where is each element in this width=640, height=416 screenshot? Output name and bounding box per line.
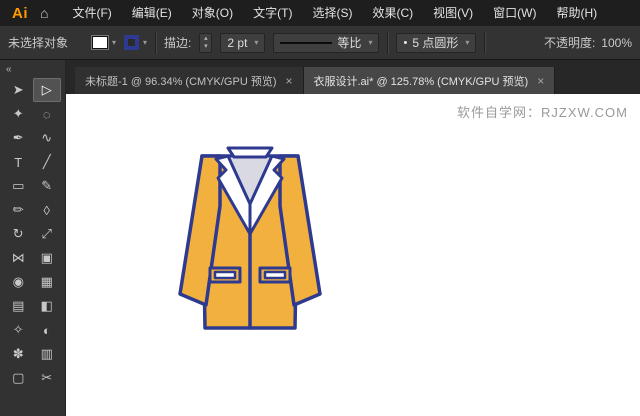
menu-item[interactable]: 文字(T) xyxy=(243,0,302,26)
pencil-tool[interactable]: ✏ xyxy=(4,198,33,222)
jacket-artwork[interactable] xyxy=(170,144,330,336)
stroke-weight-label: 描边: xyxy=(164,34,191,51)
magic-wand-tool[interactable]: ✦ xyxy=(4,102,33,126)
stroke-color-control[interactable]: ▾ xyxy=(124,35,147,50)
menu-item[interactable]: 视图(V) xyxy=(423,0,483,26)
shape-builder-tool[interactable]: ◉ xyxy=(4,270,33,294)
type-tool[interactable]: T xyxy=(4,150,33,174)
jacket-left-pocket-slit xyxy=(215,272,235,278)
symbol-sprayer-tool[interactable]: ✽ xyxy=(4,342,33,366)
width-profile-dropdown[interactable]: 等比 ▾ xyxy=(273,33,379,53)
fill-color-control[interactable]: ▾ xyxy=(92,36,116,49)
watermark-text: 软件自学网：RJZXW.COM xyxy=(457,102,628,121)
chevron-down-icon[interactable]: ▾ xyxy=(465,38,469,47)
graph-tool[interactable]: ▥ xyxy=(33,342,62,366)
opacity-value: 100% xyxy=(601,36,632,50)
separator xyxy=(484,32,485,54)
width-profile-value: 等比 xyxy=(337,34,361,51)
chevron-down-icon[interactable]: ▾ xyxy=(368,38,372,47)
brush-dot-icon: • xyxy=(403,37,407,49)
menu-item[interactable]: 选择(S) xyxy=(302,0,362,26)
stepper-up-icon[interactable]: ▴ xyxy=(204,35,208,43)
separator xyxy=(155,32,156,54)
tab-untitled-1[interactable]: 未标题-1 @ 96.34% (CMYK/GPU 预览) × xyxy=(75,67,304,94)
chevron-down-icon[interactable]: ▾ xyxy=(143,38,147,47)
illustrator-logo: Ai xyxy=(12,5,28,22)
stroke-weight-value: 2 pt xyxy=(227,36,247,50)
tab-title: 未标题-1 @ 96.34% (CMYK/GPU 预览) xyxy=(85,73,276,89)
chevron-down-icon[interactable]: ▾ xyxy=(112,38,116,47)
opacity-label: 不透明度: xyxy=(544,34,595,51)
pen-tool[interactable]: ✒ xyxy=(4,126,33,150)
tools-panel: « ➤▷✦◌✒∿T╱▭✎✏◊↻⤢⋈▣◉▦▤◧✧◐✽▥▢✂ xyxy=(0,60,66,416)
perspective-grid-tool[interactable]: ▦ xyxy=(33,270,62,294)
collapse-panel-icon[interactable]: « xyxy=(6,64,12,75)
eyedropper-tool[interactable]: ✧ xyxy=(4,318,33,342)
stroke-style-preview xyxy=(280,42,332,44)
artboard-canvas[interactable]: 软件自学网：RJZXW.COM xyxy=(66,94,640,416)
stroke-weight-dropdown[interactable]: 2 pt ▾ xyxy=(220,33,265,53)
menu-item[interactable]: 对象(O) xyxy=(182,0,243,26)
stroke-swatch[interactable] xyxy=(124,35,139,50)
rectangle-tool[interactable]: ▭ xyxy=(4,174,33,198)
selection-status: 未选择对象 xyxy=(8,34,68,51)
direct-selection-tool[interactable]: ▷ xyxy=(33,78,62,102)
lasso-tool[interactable]: ◌ xyxy=(33,102,62,126)
artboard-tool[interactable]: ▢ xyxy=(4,366,33,390)
document-tab-bar: 未标题-1 @ 96.34% (CMYK/GPU 预览) × 衣服设计.ai* … xyxy=(66,60,640,94)
selection-tool[interactable]: ➤ xyxy=(4,78,33,102)
tab-close-icon[interactable]: × xyxy=(537,74,544,88)
opacity-control[interactable]: 不透明度: 100% xyxy=(544,34,632,51)
blend-tool[interactable]: ◐ xyxy=(33,318,62,342)
menu-item[interactable]: 编辑(E) xyxy=(122,0,182,26)
menu-bar: Ai ⌂ 文件(F)编辑(E)对象(O)文字(T)选择(S)效果(C)视图(V)… xyxy=(0,0,640,26)
tab-close-icon[interactable]: × xyxy=(285,74,292,88)
fill-swatch[interactable] xyxy=(92,36,108,49)
slice-tool[interactable]: ✂ xyxy=(33,366,62,390)
stepper-down-icon[interactable]: ▾ xyxy=(204,43,208,51)
menu-item[interactable]: 帮助(H) xyxy=(546,0,607,26)
brush-dropdown[interactable]: • 5 点圆形 ▾ xyxy=(396,33,476,53)
menu-list: 文件(F)编辑(E)对象(O)文字(T)选择(S)效果(C)视图(V)窗口(W)… xyxy=(62,0,607,26)
gradient-tool[interactable]: ◧ xyxy=(33,294,62,318)
rotate-tool[interactable]: ↻ xyxy=(4,222,33,246)
stroke-weight-stepper[interactable]: ▴ ▾ xyxy=(199,33,212,53)
document-area: 未标题-1 @ 96.34% (CMYK/GPU 预览) × 衣服设计.ai* … xyxy=(66,60,640,416)
main-area: « ➤▷✦◌✒∿T╱▭✎✏◊↻⤢⋈▣◉▦▤◧✧◐✽▥▢✂ 未标题-1 @ 96.… xyxy=(0,60,640,416)
curvature-tool[interactable]: ∿ xyxy=(33,126,62,150)
control-bar: 未选择对象 ▾ ▾ 描边: ▴ ▾ 2 pt ▾ 等比 ▾ • 5 点圆形 ▾ … xyxy=(0,26,640,60)
width-tool[interactable]: ⋈ xyxy=(4,246,33,270)
jacket-collar xyxy=(228,148,272,157)
line-segment-tool[interactable]: ╱ xyxy=(33,150,62,174)
tools-panel-header: « xyxy=(0,60,65,76)
paintbrush-tool[interactable]: ✎ xyxy=(33,174,62,198)
tool-grid: ➤▷✦◌✒∿T╱▭✎✏◊↻⤢⋈▣◉▦▤◧✧◐✽▥▢✂ xyxy=(0,76,65,392)
separator xyxy=(387,32,388,54)
mesh-tool[interactable]: ▤ xyxy=(4,294,33,318)
free-transform-tool[interactable]: ▣ xyxy=(33,246,62,270)
brush-name: 5 点圆形 xyxy=(412,34,458,51)
tab-title: 衣服设计.ai* @ 125.78% (CMYK/GPU 预览) xyxy=(314,73,529,89)
menu-item[interactable]: 文件(F) xyxy=(62,0,121,26)
shaper-tool[interactable]: ◊ xyxy=(33,198,62,222)
tab-clothing-design[interactable]: 衣服设计.ai* @ 125.78% (CMYK/GPU 预览) × xyxy=(304,67,556,94)
jacket-right-pocket-slit xyxy=(265,272,285,278)
menu-item[interactable]: 效果(C) xyxy=(362,0,423,26)
chevron-down-icon[interactable]: ▾ xyxy=(254,38,258,47)
home-icon[interactable]: ⌂ xyxy=(40,5,48,21)
menu-item[interactable]: 窗口(W) xyxy=(483,0,546,26)
scale-tool[interactable]: ⤢ xyxy=(33,222,62,246)
